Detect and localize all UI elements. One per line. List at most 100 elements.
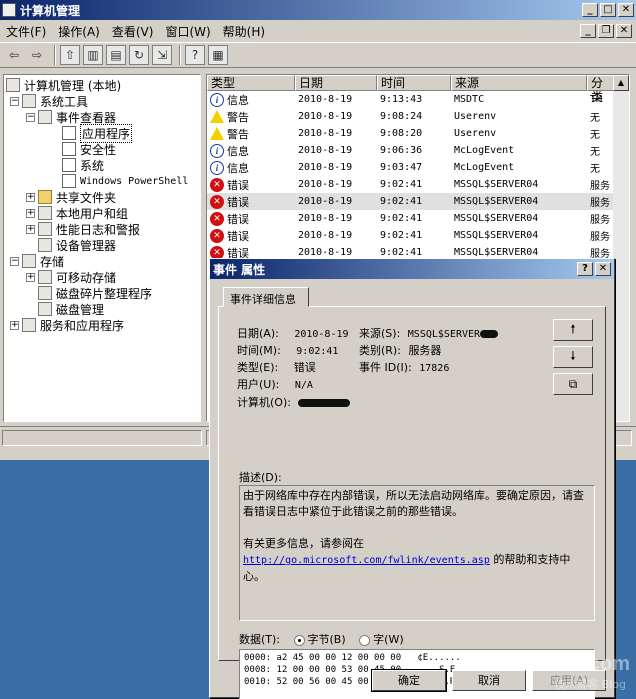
- cancel-button[interactable]: 取消: [452, 670, 526, 691]
- tree-item-security[interactable]: 安全性: [62, 141, 116, 157]
- description-box[interactable]: 由于网络库中存在内部错误，所以无法启动网络库。要确定原因，请查看错误日志中紧位于…: [239, 485, 595, 621]
- copy-button[interactable]: ⧉: [553, 373, 593, 395]
- export-icon[interactable]: ⇲: [152, 45, 172, 65]
- close-button[interactable]: ✕: [618, 3, 634, 17]
- column-type[interactable]: 类型: [207, 75, 295, 91]
- tree-item-system-tools[interactable]: − 系统工具: [10, 93, 88, 109]
- doc-minimize-button[interactable]: _: [580, 24, 596, 38]
- collapse-icon[interactable]: −: [26, 112, 35, 122]
- collapse-icon[interactable]: −: [10, 256, 19, 266]
- table-row[interactable]: 警告 2010-8-19 9:08:20 Userenv 无: [207, 125, 629, 142]
- defrag-icon: [38, 286, 52, 300]
- bytes-radio[interactable]: 字节(B): [293, 633, 346, 646]
- radio-icon[interactable]: [359, 634, 371, 646]
- properties-icon[interactable]: ▤: [106, 45, 126, 65]
- type-text: 错误: [227, 195, 249, 209]
- help-link[interactable]: http://go.microsoft.com/fwlink/events.as…: [243, 555, 490, 566]
- tree-item-defrag[interactable]: 磁盘碎片整理程序: [38, 285, 152, 301]
- doc-close-button[interactable]: ✕: [616, 24, 632, 38]
- cell-date: 2010-8-19: [298, 196, 353, 207]
- tree-item-disk-management[interactable]: 磁盘管理: [38, 301, 104, 317]
- cell-type: 警告: [207, 126, 295, 142]
- tab-event-details[interactable]: 事件详细信息: [223, 287, 309, 307]
- table-row[interactable]: ✕ 错误 2010-8-19 9:02:41 MSSQL$SERVER04 服务: [207, 193, 629, 210]
- table-row[interactable]: ✕ 错误 2010-8-19 9:02:41 MSSQL$SERVER04 服务: [207, 176, 629, 193]
- cell-date: 2010-8-19: [298, 247, 353, 258]
- expand-icon[interactable]: +: [26, 272, 35, 282]
- warning-icon: [210, 127, 224, 140]
- menu-action[interactable]: 操作(A): [54, 23, 108, 40]
- list-scrollbar[interactable]: ▲: [613, 75, 629, 421]
- column-time[interactable]: 时间: [377, 75, 451, 91]
- dialog-help-button[interactable]: ?: [577, 262, 593, 276]
- tree-item-shared-folders[interactable]: + 共享文件夹: [26, 189, 116, 205]
- cell-category: 无: [590, 147, 600, 158]
- cell-category: 服务: [590, 181, 610, 192]
- forward-icon[interactable]: ⇨: [27, 45, 47, 65]
- cell-time: 9:13:43: [380, 94, 423, 105]
- doc-restore-button[interactable]: ❐: [598, 24, 614, 38]
- collapse-icon[interactable]: −: [10, 96, 19, 106]
- back-icon[interactable]: ⇦: [4, 45, 24, 65]
- show-tree-icon[interactable]: ▥: [83, 45, 103, 65]
- dialog-close-button[interactable]: ✕: [595, 262, 611, 276]
- table-row[interactable]: i 信息 2010-8-19 9:03:47 McLogEvent 无: [207, 159, 629, 176]
- radio-selected-icon[interactable]: [293, 634, 305, 646]
- previous-event-button[interactable]: 🠕: [553, 319, 593, 341]
- help-icon[interactable]: ?: [185, 45, 205, 65]
- tree-item-performance-logs[interactable]: + 性能日志和警报: [26, 221, 140, 237]
- cell-source: Userenv: [454, 111, 497, 122]
- tree-item-powershell[interactable]: Windows PowerShell: [62, 173, 188, 189]
- minimize-button[interactable]: _: [582, 3, 598, 17]
- cell-type: i 信息: [207, 92, 295, 108]
- folder-icon: [38, 190, 52, 204]
- ok-button[interactable]: 确定: [371, 669, 447, 692]
- menu-file[interactable]: 文件(F): [2, 23, 54, 40]
- expand-icon[interactable]: +: [26, 224, 35, 234]
- cell-time: 9:03:47: [380, 162, 423, 173]
- menu-help[interactable]: 帮助(H): [219, 23, 273, 40]
- column-source[interactable]: 来源: [451, 75, 587, 91]
- tree-item-removable-storage[interactable]: + 可移动存储: [26, 269, 116, 285]
- console-icon[interactable]: ▦: [208, 45, 228, 65]
- menu-view[interactable]: 查看(V): [108, 23, 162, 40]
- cell-date: 2010-8-19: [298, 162, 353, 173]
- table-row[interactable]: ✕ 错误 2010-8-19 9:02:41 MSSQL$SERVER04 服务: [207, 227, 629, 244]
- words-radio[interactable]: 字(W): [359, 633, 404, 646]
- tree-item-device-manager[interactable]: 设备管理器: [38, 237, 116, 253]
- watermark: 51CTO.com: [519, 653, 630, 675]
- table-row[interactable]: i 信息 2010-8-19 9:13:43 MSDTC TM: [207, 91, 629, 108]
- error-icon: ✕: [210, 194, 224, 209]
- column-date[interactable]: 日期: [295, 75, 377, 91]
- cell-type: ✕ 错误: [207, 228, 295, 244]
- maximize-button[interactable]: □: [600, 3, 616, 17]
- tree-item-local-users[interactable]: + 本地用户和组: [26, 205, 128, 221]
- tree-item-system[interactable]: 系统: [62, 157, 104, 173]
- refresh-icon[interactable]: ↻: [129, 45, 149, 65]
- next-event-button[interactable]: 🠗: [553, 346, 593, 368]
- expand-icon[interactable]: +: [10, 320, 19, 330]
- menu-window[interactable]: 窗口(W): [161, 23, 218, 40]
- cell-time: 9:02:41: [380, 196, 423, 207]
- table-row[interactable]: 警告 2010-8-19 9:08:24 Userenv 无: [207, 108, 629, 125]
- watermark-subtitle: 技术博客 Blog: [554, 678, 626, 691]
- type-text: 错误: [227, 212, 249, 226]
- tree-item-storage[interactable]: − 存储: [10, 253, 64, 269]
- tree-item-computer-management[interactable]: 计算机管理 (本地): [6, 77, 121, 93]
- window-title: 计算机管理: [20, 3, 81, 18]
- tab-panel: 日期(A): 2010-8-19 来源(S): MSSQL$SERVER 时间(…: [218, 306, 606, 699]
- expand-icon[interactable]: +: [26, 208, 35, 218]
- tree-item-services-apps[interactable]: + 服务和应用程序: [10, 317, 124, 333]
- cell-time: 9:08:24: [380, 111, 423, 122]
- scroll-up-icon[interactable]: ▲: [613, 75, 629, 91]
- column-category[interactable]: 分类: [587, 75, 615, 104]
- description-label: 描述(D):: [239, 471, 282, 484]
- up-folder-icon[interactable]: ⇧: [60, 45, 80, 65]
- table-row[interactable]: ✕ 错误 2010-8-19 9:02:41 MSSQL$SERVER04 服务: [207, 210, 629, 227]
- cell-time: 9:08:20: [380, 128, 423, 139]
- menu-bar: 文件(F) 操作(A) 查看(V) 窗口(W) 帮助(H) _ ❐ ✕: [0, 20, 636, 42]
- source-field: 来源(S): MSSQL$SERVER: [359, 325, 499, 341]
- table-row[interactable]: i 信息 2010-8-19 9:06:36 McLogEvent 无: [207, 142, 629, 159]
- expand-icon[interactable]: +: [26, 192, 35, 202]
- tree-item-application[interactable]: 应用程序: [62, 123, 133, 143]
